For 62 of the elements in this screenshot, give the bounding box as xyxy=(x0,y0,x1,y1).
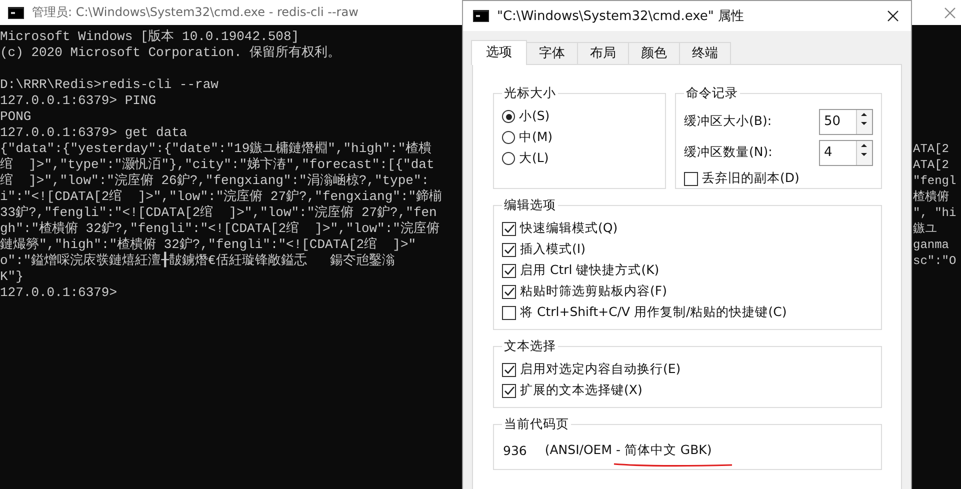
console-line: ATA[2 xyxy=(913,141,950,157)
console-icon xyxy=(8,6,24,18)
checkbox[interactable] xyxy=(502,242,516,256)
option-label: 小(S) xyxy=(519,108,550,125)
checkbox[interactable] xyxy=(684,172,698,186)
checkbox[interactable] xyxy=(502,222,516,236)
console-icon xyxy=(473,10,489,22)
option-label: 丢弃旧的副本(D) xyxy=(702,170,800,187)
console-line: 127.0.0.1:6379> get data xyxy=(0,125,188,141)
tab[interactable]: 终端 xyxy=(679,42,731,64)
console-line: (c) 2020 Microsoft Corporation. 保留所有权利。 xyxy=(0,45,341,61)
field-label: 缓冲区数量(N): xyxy=(684,144,772,161)
checkbox[interactable] xyxy=(502,306,516,320)
option-label: 中(M) xyxy=(519,129,553,146)
option-label: 大(L) xyxy=(519,150,549,167)
dialog-title: "C:\Windows\System32\cmd.exe" 属性 xyxy=(497,8,744,25)
option-label: 将 Ctrl+Shift+C/V 用作复制/粘贴的快捷键(C) xyxy=(520,304,787,321)
checkbox[interactable] xyxy=(502,264,516,278)
close-icon[interactable] xyxy=(887,10,899,22)
console-line: 127.0.0.1:6379> xyxy=(0,285,118,301)
console-line: ", "hi xyxy=(913,205,956,221)
console-line: 鏃ユ xyxy=(913,221,937,237)
option-label: 插入模式(I) xyxy=(520,241,586,258)
console-line: PONG xyxy=(0,109,32,125)
console-line: ATA[2 xyxy=(913,157,950,173)
console-line: "fengl xyxy=(913,173,956,189)
console-line: K"} xyxy=(0,269,24,285)
option-label: 快速编辑模式(Q) xyxy=(520,220,618,237)
radio-button[interactable] xyxy=(502,131,515,144)
group-title: 命令记录 xyxy=(685,85,739,102)
tab[interactable]: 选项 xyxy=(471,40,527,65)
option-label: 启用对选定内容自动换行(E) xyxy=(520,361,681,378)
checkbox[interactable] xyxy=(502,284,516,298)
group-title: 文本选择 xyxy=(503,338,557,355)
radio-button[interactable] xyxy=(502,152,515,165)
checkbox[interactable] xyxy=(502,384,516,398)
console-line: 鏈熶簩","high":"楂樻俯 32鈩?,"fengli":"<![CDATA[2绾 ]>" xyxy=(0,237,416,252)
checkbox[interactable] xyxy=(502,362,516,376)
console-line: 楂樻俯 xyxy=(913,189,949,205)
field-label: 缓冲区大小(B): xyxy=(684,113,772,130)
window-title: 管理员: C:\Windows\System32\cmd.exe - redis-cli --raw xyxy=(32,4,358,21)
console-line: gh":"楂樻俯 32鈩?,"fengli":"<![CDATA[2绾 ]>","low":"浣庢俯 xyxy=(0,221,440,237)
radio-button[interactable] xyxy=(502,110,515,123)
console-line: 127.0.0.1:6379> PING xyxy=(0,93,156,109)
console-line: 绾 ]>","type":"灏忛洦"},"city":"娣卞湷","forecast":[{"dat xyxy=(0,157,434,173)
code-page-name: (ANSI/OEM - 简体中文 GBK) xyxy=(544,442,712,458)
group-title: 当前代码页 xyxy=(503,416,570,433)
console-line: Microsoft Windows [版本 10.0.19042.508] xyxy=(0,29,300,45)
console-line: 33鈩?,"fengli":"<![CDATA[2绾 ]>","low":"浣庢俯 27鈩?,"fen xyxy=(0,205,437,221)
console-line: 绾 ]>","low":"浣庢俯 26鈩?,"fengxiang":"涓滃崡椋?,"type": xyxy=(0,173,430,189)
console-line: sc":"O xyxy=(913,253,956,269)
console-line: i":"<![CDATA[2绾 ]>","low":"浣庢俯 27鈩?,"fengxiang":"鍗椾 xyxy=(0,189,442,205)
code-page-number: 936 xyxy=(503,442,527,458)
console-line: D:\RRR\Redis>redis-cli --raw xyxy=(0,77,218,93)
group-title: 光标大小 xyxy=(503,85,557,102)
option-label: 启用 Ctrl 键快捷方式(K) xyxy=(520,262,660,279)
group-title: 编辑选项 xyxy=(503,197,557,214)
option-label: 扩展的文本选择键(X) xyxy=(520,382,642,399)
console-line: {"data":{"yesterday":{"date":"19鏃ユ槦鏈熸棩","high":"楂樻 xyxy=(0,141,432,157)
console-line: o":"鎰熷啋浣庡彂鏈熺紝澶╂皵鐪熸€佸紝璇锋敞鎰忎 鍚冭兘鑿滃 xyxy=(0,253,396,269)
option-label: 粘贴时筛选剪贴板内容(F) xyxy=(520,283,667,300)
console-line: ganma xyxy=(913,237,950,253)
